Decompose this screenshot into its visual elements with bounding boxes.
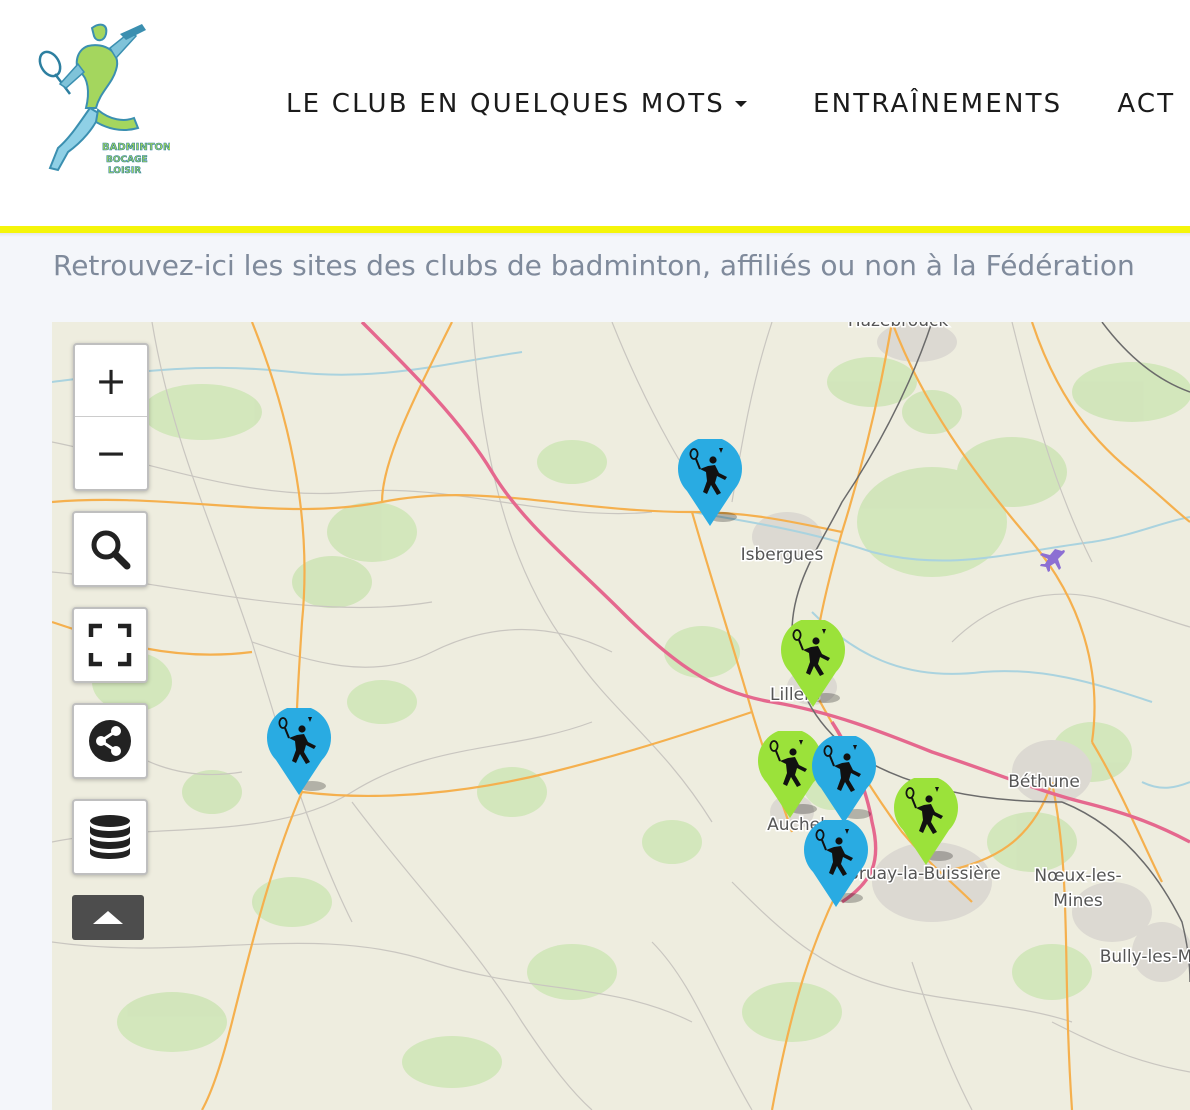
place-label: Bully-les-M [1100,947,1190,967]
club-logo[interactable]: BADMINTON BOCAGE LOISIR [30,18,172,186]
marker-pin [804,817,868,907]
intro-text: Retrouvez-ici les sites des clubs de bad… [53,249,1135,282]
club-marker[interactable] [677,436,743,529]
share-button[interactable] [72,703,148,779]
nav-item-label: ACT [1117,89,1176,119]
marker-pin [894,775,958,865]
zoom-in-button[interactable]: + [75,345,147,417]
fullscreen-icon [88,623,132,667]
club-marker[interactable] [266,705,332,798]
club-marker[interactable] [811,733,877,826]
place-label: Mines [1053,891,1103,911]
chevron-down-icon [734,101,747,107]
club-marker[interactable] [803,817,869,910]
svg-text:BOCAGE: BOCAGE [106,155,148,165]
database-icon [90,815,130,859]
nav-item-entrainements[interactable]: ENTRAÎNEMENTS [813,89,1062,119]
marker-pin [678,436,742,526]
collapse-button[interactable] [72,895,144,940]
club-marker[interactable] [893,775,959,868]
svg-text:LOISIR: LOISIR [108,166,141,176]
place-label: Béthune [1008,772,1080,792]
place-label: Isbergues [741,545,824,565]
clubs-map[interactable]: Hazebrouck Isbergues Lillers Béthune Auc… [52,322,1190,1110]
place-label: Nœux-les- [1034,866,1121,886]
main-navigation: LE CLUB EN QUELQUES MOTS ENTRAÎNEMENTS A… [286,84,1190,124]
share-icon [89,720,131,762]
marker-pin [781,617,845,707]
search-icon [91,530,131,570]
badminton-player-logo: BADMINTON BOCAGE LOISIR [38,23,172,176]
nav-item-actualites[interactable]: ACT [1117,89,1175,119]
marker-pin [812,733,876,823]
layers-button[interactable] [72,799,148,875]
site-header: BADMINTON BOCAGE LOISIR LE CLUB EN QUELQ… [0,0,1190,226]
map-tiles[interactable]: Hazebrouck Isbergues Lillers Béthune Auc… [52,322,1190,1110]
search-button[interactable] [72,511,148,587]
nav-item-label: ENTRAÎNEMENTS [812,89,1063,119]
nav-item-label: LE CLUB EN QUELQUES MOTS [286,89,725,119]
zoom-out-button[interactable]: − [75,417,147,488]
marker-pin [267,705,331,795]
club-marker[interactable] [780,617,846,710]
header-accent-bar [0,226,1190,233]
fullscreen-button[interactable] [72,607,148,683]
header-shadow [0,233,1190,237]
svg-text:BADMINTON: BADMINTON [102,142,170,153]
triangle-up-icon [93,911,123,924]
place-label: Hazebrouck [848,322,949,331]
nav-item-le-club[interactable]: LE CLUB EN QUELQUES MOTS [286,89,747,119]
zoom-control: + − [73,343,149,491]
